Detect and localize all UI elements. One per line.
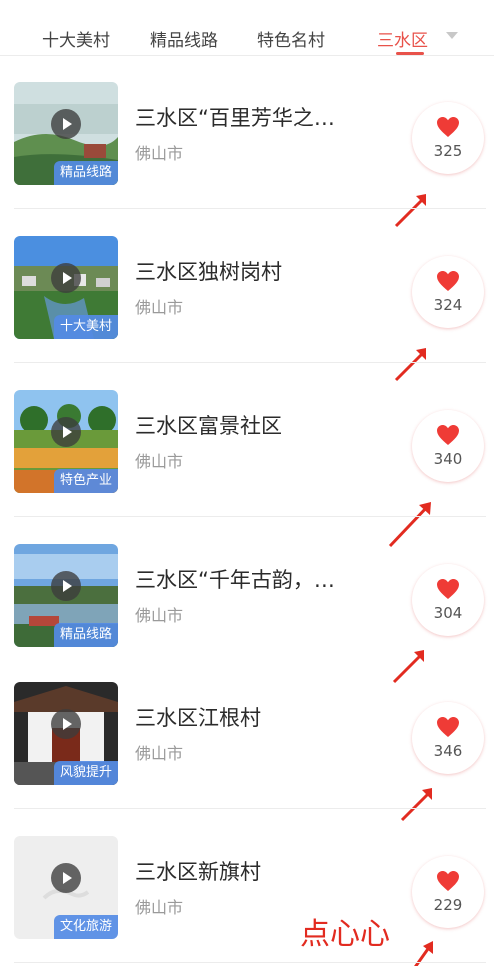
item-title[interactable]: 三水区富景社区: [135, 410, 375, 440]
like-count: 304: [433, 604, 463, 622]
like-count: 229: [433, 896, 463, 914]
list-item[interactable]: 风貌提升 三水区江根村 佛山市 346: [0, 656, 494, 822]
category-tag: 文化旅游: [53, 915, 118, 939]
divider: [14, 516, 486, 517]
tab-featured-villages[interactable]: 特色名村: [257, 26, 325, 51]
like-button[interactable]: 346: [412, 702, 484, 774]
play-icon[interactable]: [51, 417, 81, 447]
play-icon[interactable]: [51, 863, 81, 893]
like-count: 325: [433, 142, 463, 160]
like-button[interactable]: 340: [412, 410, 484, 482]
divider: [14, 808, 486, 809]
item-city: 佛山市: [135, 298, 184, 317]
item-city: 佛山市: [135, 144, 184, 163]
category-tag: 精品线路: [53, 161, 118, 185]
heart-icon: [437, 871, 459, 891]
play-icon[interactable]: [51, 709, 81, 739]
list-item[interactable]: 精品线路 三水区“百里芳华之… 佛山市 325: [0, 56, 494, 228]
category-tabs: 十大美村 精品线路 特色名村 三水区: [0, 0, 494, 56]
heart-icon: [437, 425, 459, 445]
thumbnail[interactable]: 风貌提升: [14, 682, 118, 785]
item-title[interactable]: 三水区江根村: [135, 702, 375, 732]
thumbnail[interactable]: 精品线路: [14, 544, 118, 647]
list-item[interactable]: 文化旅游 三水区新旗村 佛山市 229: [0, 810, 494, 966]
like-button[interactable]: 304: [412, 564, 484, 636]
thumbnail[interactable]: 精品线路: [14, 82, 118, 185]
active-tab-indicator: [396, 52, 424, 55]
category-tag: 精品线路: [53, 623, 118, 647]
thumbnail[interactable]: 特色产业: [14, 390, 118, 493]
category-tag: 风貌提升: [53, 761, 118, 785]
play-icon[interactable]: [51, 109, 81, 139]
thumbnail[interactable]: 十大美村: [14, 236, 118, 339]
like-button[interactable]: 229: [412, 856, 484, 928]
heart-icon: [437, 717, 459, 737]
like-count: 346: [433, 742, 463, 760]
like-count: 324: [433, 296, 463, 314]
chevron-down-icon[interactable]: [446, 32, 458, 39]
category-tag: 特色产业: [53, 469, 118, 493]
item-title[interactable]: 三水区独树岗村: [135, 256, 375, 286]
thumbnail[interactable]: 文化旅游: [14, 836, 118, 939]
divider: [14, 362, 486, 363]
tab-top-ten-villages[interactable]: 十大美村: [42, 26, 110, 51]
item-city: 佛山市: [135, 744, 184, 763]
category-tag: 十大美村: [53, 315, 118, 339]
like-button[interactable]: 324: [412, 256, 484, 328]
item-title[interactable]: 三水区“百里芳华之…: [135, 102, 375, 132]
item-city: 佛山市: [135, 452, 184, 471]
list-item[interactable]: 精品线路 三水区“千年古韵，… 佛山市 304: [0, 518, 494, 684]
item-city: 佛山市: [135, 606, 184, 625]
item-city: 佛山市: [135, 898, 184, 917]
like-count: 340: [433, 450, 463, 468]
play-icon[interactable]: [51, 571, 81, 601]
list-item[interactable]: 特色产业 三水区富景社区 佛山市 340: [0, 364, 494, 548]
play-icon[interactable]: [51, 263, 81, 293]
list-item[interactable]: 十大美村 三水区独树岗村 佛山市 324: [0, 210, 494, 382]
item-title[interactable]: 三水区新旗村: [135, 856, 375, 886]
divider: [14, 962, 486, 963]
heart-icon: [437, 271, 459, 291]
annotation-text: 点心心: [300, 917, 390, 952]
tab-sanshui-district[interactable]: 三水区: [377, 26, 428, 51]
heart-icon: [437, 579, 459, 599]
heart-icon: [437, 117, 459, 137]
tab-boutique-routes[interactable]: 精品线路: [150, 26, 218, 51]
divider: [14, 208, 486, 209]
like-button[interactable]: 325: [412, 102, 484, 174]
item-title[interactable]: 三水区“千年古韵，…: [135, 564, 375, 594]
